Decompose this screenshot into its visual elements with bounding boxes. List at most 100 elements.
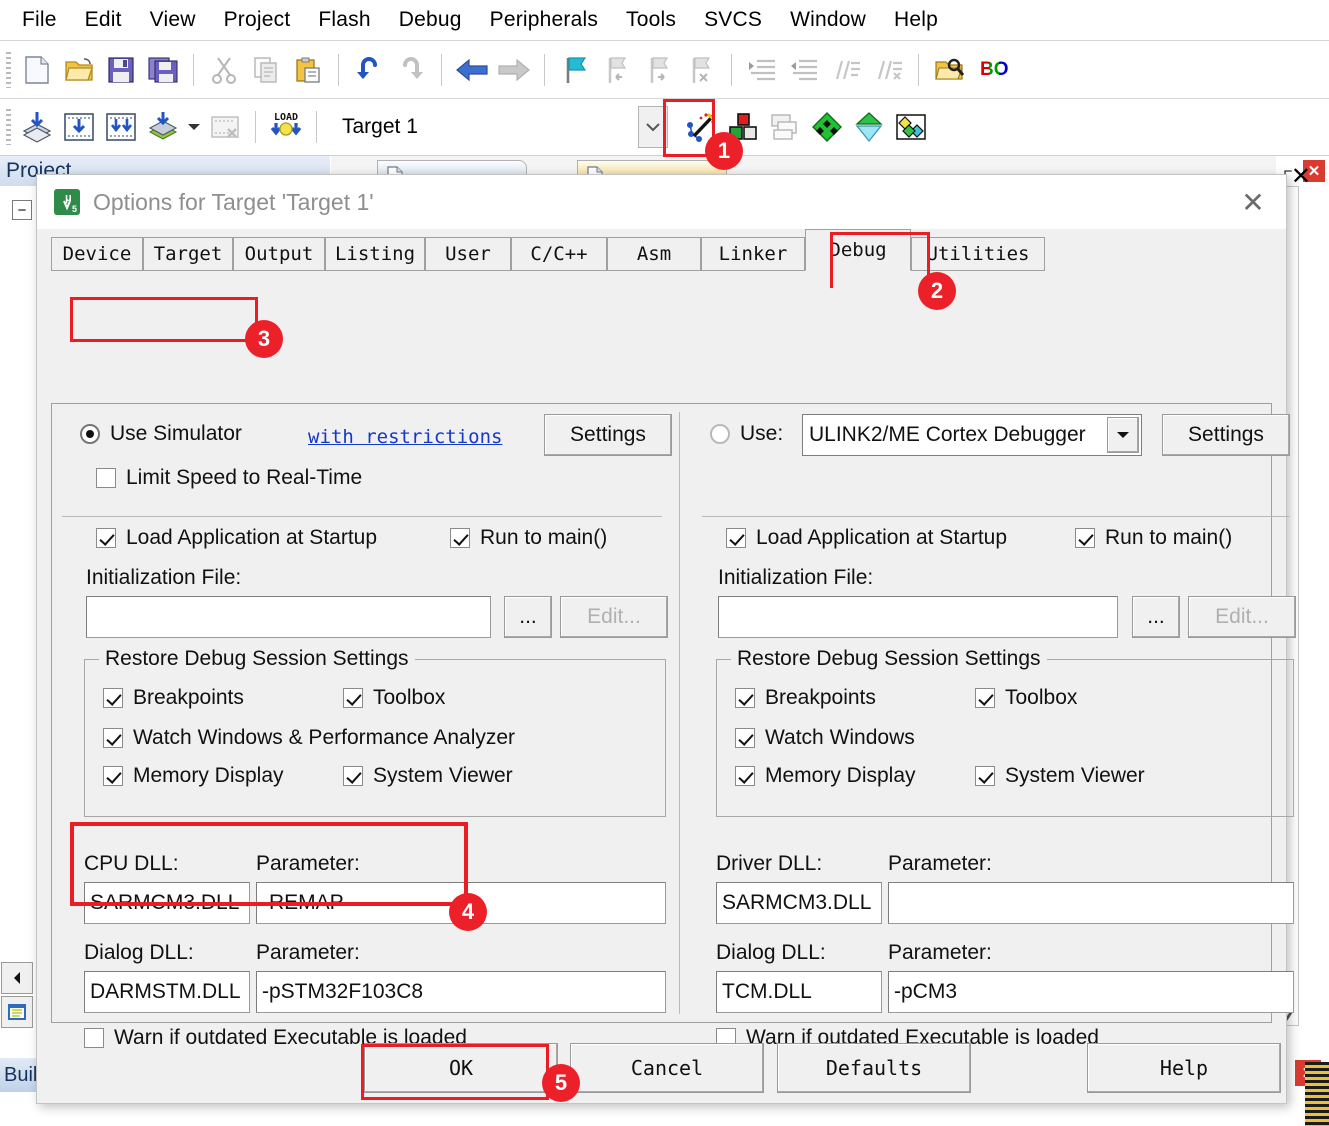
stop-build-icon[interactable] <box>204 106 246 148</box>
ok-button[interactable]: OK <box>364 1043 558 1093</box>
watch-windows-checkbox[interactable] <box>735 728 755 748</box>
menu-view[interactable]: View <box>136 8 210 32</box>
system-viewer-checkbox[interactable] <box>343 766 363 786</box>
menu-edit[interactable]: Edit <box>71 8 136 32</box>
run-to-main-checkbox[interactable] <box>450 528 470 548</box>
load-application-checkbox[interactable] <box>726 528 746 548</box>
menu-debug[interactable]: Debug <box>385 8 476 32</box>
load-application-checkbox[interactable] <box>96 528 116 548</box>
tab-utilities[interactable]: Utilities <box>911 237 1045 271</box>
breakpoints-checkbox[interactable] <box>735 688 755 708</box>
comment-icon[interactable] <box>825 49 867 91</box>
toolbox-checkbox[interactable] <box>975 688 995 708</box>
debugger-settings-button[interactable]: Settings <box>1162 414 1290 456</box>
use-debugger-radio[interactable] <box>710 424 730 444</box>
memory-display-checkbox[interactable] <box>103 766 123 786</box>
run-to-main-checkbox[interactable] <box>1075 528 1095 548</box>
tab-output[interactable]: Output <box>233 237 325 271</box>
menu-flash[interactable]: Flash <box>304 8 384 32</box>
bookmark-clear-icon[interactable] <box>680 49 722 91</box>
menu-help[interactable]: Help <box>880 8 952 32</box>
new-file-icon[interactable] <box>16 49 58 91</box>
rebuild-icon[interactable] <box>100 106 142 148</box>
dialog-dll-input[interactable]: DARMSTM.DLL <box>84 971 250 1013</box>
defaults-button[interactable]: Defaults <box>777 1043 971 1093</box>
bookmark-toggle-icon[interactable] <box>554 49 596 91</box>
breakpoints-checkbox[interactable] <box>103 688 123 708</box>
books-panel-icon[interactable] <box>1 996 33 1028</box>
save-icon[interactable] <box>100 49 142 91</box>
collapse-panel-icon[interactable] <box>1 962 33 994</box>
menu-svcs[interactable]: SVCS <box>690 8 776 32</box>
target-selector-value[interactable]: Target 1 <box>342 115 418 139</box>
tab-user[interactable]: User <box>425 237 511 271</box>
with-restrictions-link[interactable]: with restrictions <box>308 426 502 448</box>
tab-cpp[interactable]: C/C++ <box>511 237 607 271</box>
driver-parameter-input[interactable] <box>888 882 1294 924</box>
limit-speed-checkbox[interactable] <box>96 468 116 488</box>
init-file-browse-button[interactable]: ... <box>1132 596 1180 638</box>
menu-window[interactable]: Window <box>776 8 880 32</box>
uncomment-icon[interactable] <box>867 49 909 91</box>
dialog-dll-input[interactable]: TCM.DLL <box>716 971 882 1013</box>
driver-dll-input[interactable]: SARMCM3.DLL <box>716 882 882 924</box>
debugger-select[interactable]: ULINK2/ME Cortex Debugger <box>802 414 1142 456</box>
copy-icon[interactable] <box>245 49 287 91</box>
tab-device[interactable]: Device <box>51 237 143 271</box>
tab-asm[interactable]: Asm <box>607 237 701 271</box>
translate-icon[interactable] <box>16 106 58 148</box>
bookmark-prev-icon[interactable] <box>596 49 638 91</box>
warn-outdated-checkbox[interactable] <box>84 1028 104 1048</box>
dialog-dll-parameter-field[interactable]: -pSTM32F103C8 <box>256 971 666 1013</box>
download-icon[interactable]: LOAD <box>265 106 307 148</box>
back-icon[interactable] <box>451 49 493 91</box>
outdent-icon[interactable] <box>783 49 825 91</box>
manage-runtime-icon[interactable] <box>890 106 932 148</box>
initialization-file-input[interactable] <box>86 596 491 638</box>
watch-windows-checkbox[interactable] <box>103 728 123 748</box>
cancel-button[interactable]: Cancel <box>570 1043 764 1093</box>
save-all-icon[interactable] <box>142 49 184 91</box>
redo-icon[interactable] <box>390 49 432 91</box>
build-output-tab[interactable]: Build <box>0 1058 40 1092</box>
menu-tools[interactable]: Tools <box>612 8 690 32</box>
batch-build-dropdown-icon[interactable] <box>184 106 204 148</box>
system-viewer-checkbox[interactable] <box>975 766 995 786</box>
undo-icon[interactable] <box>348 49 390 91</box>
toolbar-grip[interactable] <box>6 51 11 88</box>
tab-debug[interactable]: Debug <box>805 229 911 271</box>
initialization-file-input[interactable] <box>718 596 1118 638</box>
init-file-browse-button[interactable]: ... <box>504 596 552 638</box>
tab-linker[interactable]: Linker <box>701 237 805 271</box>
help-button[interactable]: Help <box>1087 1043 1281 1093</box>
paste-icon[interactable] <box>287 49 329 91</box>
bookmark-next-icon[interactable] <box>638 49 680 91</box>
chevron-down-icon[interactable] <box>1107 417 1139 453</box>
indent-icon[interactable] <box>741 49 783 91</box>
target-selector-dropdown[interactable] <box>637 106 668 148</box>
tree-collapse-toggle[interactable]: − <box>12 200 32 220</box>
toolbar-grip[interactable] <box>6 109 11 145</box>
init-file-edit-button[interactable]: Edit... <box>1188 596 1296 638</box>
toolbox-checkbox[interactable] <box>343 688 363 708</box>
menu-file[interactable]: File <box>18 8 71 32</box>
pack-installer-icon[interactable] <box>806 106 848 148</box>
forward-icon[interactable] <box>493 49 535 91</box>
menu-peripherals[interactable]: Peripherals <box>476 8 612 32</box>
find-in-files-icon[interactable] <box>928 49 970 91</box>
open-folder-icon[interactable] <box>58 49 100 91</box>
tab-target[interactable]: Target <box>143 237 233 271</box>
init-file-edit-button[interactable]: Edit... <box>560 596 668 638</box>
batch-build-icon[interactable] <box>142 106 184 148</box>
close-icon[interactable]: ✕ <box>1236 187 1270 218</box>
simulator-settings-button[interactable]: Settings <box>544 414 672 456</box>
cut-icon[interactable] <box>203 49 245 91</box>
dialog-parameter-input[interactable]: -pCM3 <box>888 971 1294 1013</box>
tab-listing[interactable]: Listing <box>325 237 425 271</box>
menu-project[interactable]: Project <box>210 8 305 32</box>
configure-wizard-icon[interactable] <box>848 106 890 148</box>
use-simulator-radio[interactable] <box>80 424 100 444</box>
memory-display-checkbox[interactable] <box>735 766 755 786</box>
build-icon[interactable] <box>58 106 100 148</box>
multi-project-icon[interactable] <box>764 106 806 148</box>
